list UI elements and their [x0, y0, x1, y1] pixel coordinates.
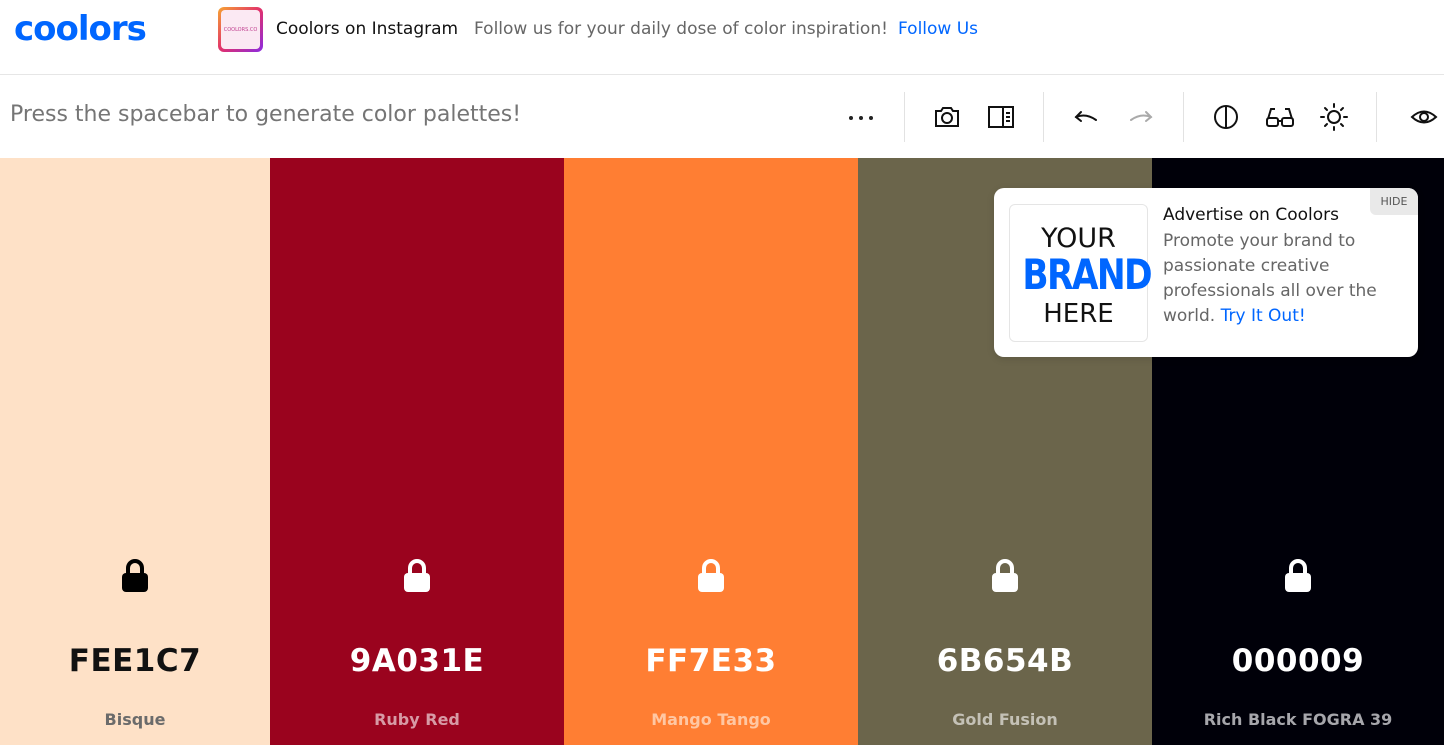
swatch-1[interactable]: FEE1C7 Bisque — [0, 158, 270, 745]
color-name[interactable]: Gold Fusion — [858, 710, 1152, 729]
lock-icon[interactable] — [402, 558, 432, 594]
toolbar-divider — [1043, 92, 1044, 142]
ad-brand-image[interactable]: YOUR BRAND HERE — [1009, 204, 1153, 342]
color-name[interactable]: Mango Tango — [564, 710, 858, 729]
follow-us-link[interactable]: Follow Us — [898, 19, 978, 39]
eye-icon[interactable] — [1408, 101, 1440, 133]
instagram-subtitle: Follow us for your daily dose of color i… — [474, 19, 888, 39]
spacebar-hint: Press the spacebar to generate color pal… — [10, 102, 522, 127]
redo-icon[interactable] — [1125, 101, 1157, 133]
lock-icon[interactable] — [120, 558, 150, 594]
toolbar-divider — [1376, 92, 1377, 142]
advertise-card: HIDE YOUR BRAND HERE Advertise on Coolor… — [994, 188, 1418, 357]
lock-icon[interactable] — [990, 558, 1020, 594]
try-it-out-link[interactable]: Try It Out! — [1221, 306, 1306, 326]
color-name[interactable]: Rich Black FOGRA 39 — [1152, 710, 1444, 729]
hex-code[interactable]: 000009 — [1152, 643, 1444, 679]
instagram-thumbnail-label: COOLORS.CO — [221, 10, 260, 49]
lock-icon[interactable] — [696, 558, 726, 594]
lock-icon[interactable] — [1283, 558, 1313, 594]
color-name[interactable]: Ruby Red — [270, 710, 564, 729]
swatch-2[interactable]: 9A031E Ruby Red — [270, 158, 564, 745]
hex-code[interactable]: 9A031E — [270, 643, 564, 679]
ad-title: Advertise on Coolors — [1163, 205, 1339, 225]
color-name[interactable]: Bisque — [0, 710, 270, 729]
hide-ad-button[interactable]: HIDE — [1370, 188, 1418, 215]
side-panel-icon[interactable] — [985, 101, 1017, 133]
more-icon[interactable] — [845, 102, 877, 134]
instagram-thumbnail[interactable]: COOLORS.CO — [218, 7, 263, 52]
glasses-icon[interactable] — [1264, 101, 1296, 133]
hex-code[interactable]: 6B654B — [858, 643, 1152, 679]
hex-code[interactable]: FF7E33 — [564, 643, 858, 679]
hex-code[interactable]: FEE1C7 — [0, 643, 270, 679]
ad-image-brand: BRAND — [1022, 250, 1152, 299]
camera-icon[interactable] — [931, 101, 963, 133]
swatch-3[interactable]: FF7E33 Mango Tango — [564, 158, 858, 745]
ad-body: Promote your brand to passionate creativ… — [1163, 229, 1403, 329]
toolbar-divider — [904, 92, 905, 142]
coolors-logo[interactable]: coolors — [14, 12, 147, 46]
sun-icon[interactable] — [1318, 101, 1350, 133]
toolbar-divider — [1183, 92, 1184, 142]
undo-icon[interactable] — [1070, 101, 1102, 133]
contrast-icon[interactable] — [1210, 101, 1242, 133]
top-banner: coolors COOLORS.CO Coolors on Instagram … — [0, 0, 1444, 75]
ad-image-here: HERE — [1043, 299, 1114, 329]
instagram-title: Coolors on Instagram — [276, 19, 459, 39]
